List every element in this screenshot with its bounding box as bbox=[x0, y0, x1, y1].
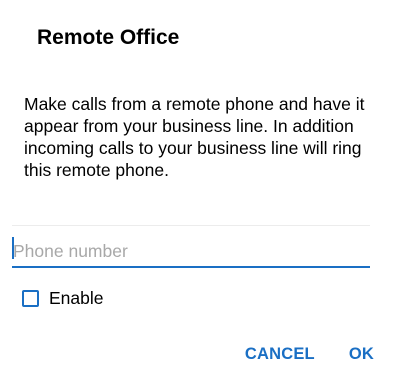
text-cursor bbox=[12, 237, 14, 259]
phone-number-input[interactable] bbox=[12, 236, 370, 268]
enable-label: Enable bbox=[49, 288, 104, 308]
dialog-actions: CANCEL OK bbox=[245, 342, 374, 366]
phone-number-field bbox=[12, 225, 370, 272]
remote-office-dialog: Remote Office Make calls from a remote p… bbox=[0, 0, 398, 380]
dialog-message: Make calls from a remote phone and have … bbox=[24, 94, 365, 180]
dialog-title: Remote Office bbox=[37, 26, 180, 49]
ok-button[interactable]: OK bbox=[349, 343, 374, 365]
enable-checkbox-row[interactable]: Enable bbox=[22, 286, 104, 310]
enable-checkbox[interactable] bbox=[22, 289, 39, 307]
cancel-button[interactable]: CANCEL bbox=[245, 343, 315, 365]
